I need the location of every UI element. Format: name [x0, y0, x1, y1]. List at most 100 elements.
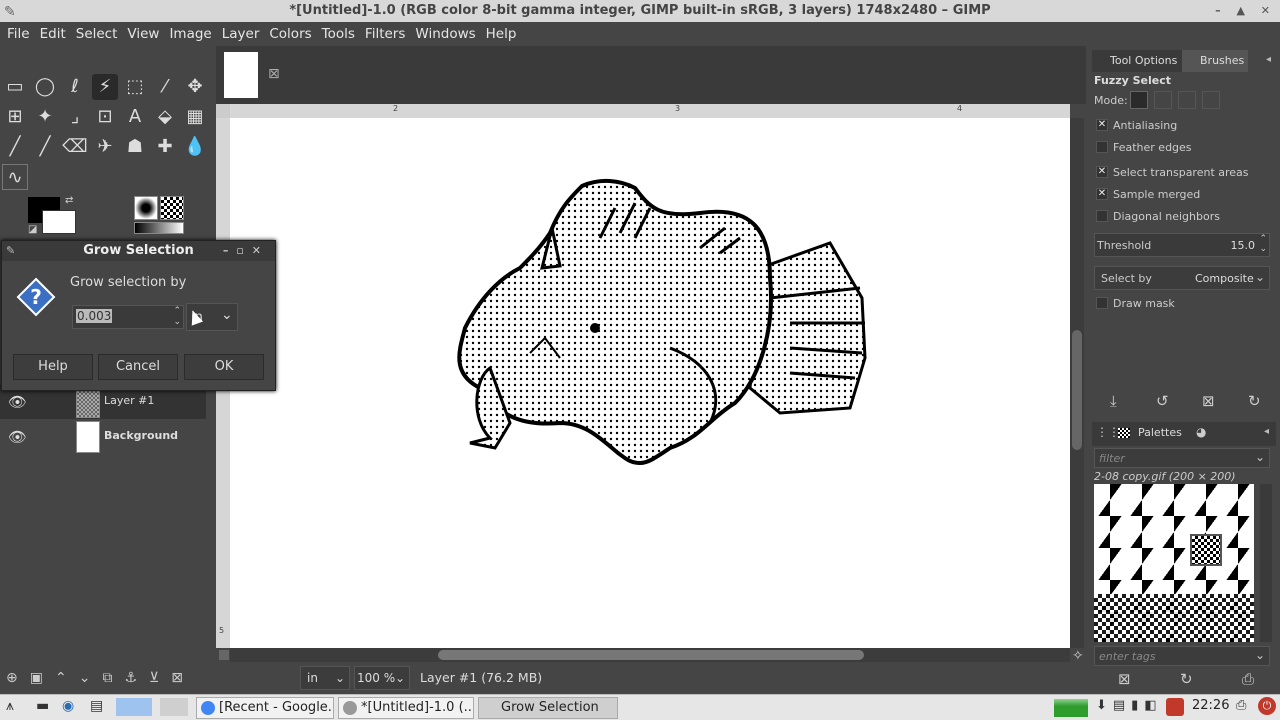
ellipse-select-icon[interactable]: ◯: [32, 74, 58, 100]
show-desktop-icon[interactable]: ▬: [36, 698, 49, 714]
delete-options-icon[interactable]: ⊠: [1202, 392, 1215, 410]
lock-icon[interactable]: ⎙: [1236, 698, 1246, 713]
anchor-icon[interactable]: ⚓: [124, 670, 149, 686]
unit-select[interactable]: in ⌄: [300, 666, 350, 690]
background-color-swatch[interactable]: [42, 210, 76, 234]
clone-icon[interactable]: ☗: [122, 134, 148, 160]
task-browser[interactable]: [Recent - Google...: [196, 697, 334, 719]
layer-name[interactable]: Background: [104, 429, 178, 442]
swap-colors-icon[interactable]: ⇄: [65, 195, 73, 206]
mode-replace-icon[interactable]: [1130, 91, 1148, 109]
record-icon[interactable]: [1166, 698, 1184, 716]
threshold-slider[interactable]: Threshold 15.0 ⌃ ⌄: [1094, 233, 1270, 257]
rect-select-icon[interactable]: ▭: [2, 74, 28, 100]
bucket-fill-icon[interactable]: ⬙: [152, 104, 178, 130]
menu-help[interactable]: Help: [481, 26, 522, 42]
diagonal-neighbors-checkbox[interactable]: [1096, 210, 1108, 222]
ok-button[interactable]: OK: [184, 354, 264, 380]
antialiasing-checkbox[interactable]: ✕: [1096, 119, 1108, 131]
duplicate-layer-icon[interactable]: ⧉: [102, 670, 124, 686]
dock-menu-icon[interactable]: ◂: [1264, 426, 1269, 437]
tags-input[interactable]: enter tags ⌄: [1094, 646, 1270, 666]
dock-menu-icon[interactable]: ◂: [1266, 54, 1271, 65]
select-transparent-checkbox[interactable]: ✕: [1096, 166, 1108, 178]
task-gimp[interactable]: *[Untitled]-1.0 (...: [338, 697, 474, 719]
crop-icon[interactable]: ⌟: [62, 104, 88, 130]
image-canvas[interactable]: [230, 118, 1070, 648]
default-colors-icon[interactable]: ◪: [28, 224, 37, 235]
patterns-tab-icon[interactable]: [1118, 428, 1130, 438]
palette-icon[interactable]: ◕: [1196, 425, 1206, 439]
horizontal-scroll-thumb[interactable]: [438, 650, 864, 660]
lower-layer-icon[interactable]: ⌄: [79, 670, 103, 686]
pattern-preview[interactable]: [160, 196, 184, 220]
patterns-grid[interactable]: [1094, 484, 1254, 642]
sample-merged-checkbox[interactable]: ✕: [1096, 188, 1108, 200]
menu-filters[interactable]: Filters: [360, 26, 410, 42]
tab-brushes[interactable]: Brushes: [1182, 50, 1248, 72]
menu-tools[interactable]: Tools: [317, 26, 360, 42]
open-as-image-icon[interactable]: ⎙: [1242, 670, 1254, 688]
menu-layer[interactable]: Layer: [217, 26, 265, 42]
browser-launcher-icon[interactable]: ◉: [62, 698, 74, 714]
quick-mask-corner[interactable]: [216, 104, 230, 118]
start-menu-icon[interactable]: ⩚: [6, 698, 14, 714]
align-icon[interactable]: ⊞: [2, 104, 28, 130]
eraser-icon[interactable]: ⌫: [62, 134, 88, 160]
new-layer-icon[interactable]: ⊕: [6, 670, 30, 686]
gradient-preview[interactable]: [134, 222, 184, 234]
visibility-eye-icon[interactable]: 👁: [8, 428, 27, 446]
menu-select[interactable]: Select: [71, 26, 123, 42]
grow-amount-input[interactable]: 0.003 ⌃ ⌄: [72, 305, 184, 329]
tab-palettes[interactable]: Palettes: [1138, 426, 1182, 439]
select-by-combo[interactable]: Select by Composite ⌄: [1094, 266, 1270, 290]
window-controls[interactable]: – ▲ ✕: [1215, 0, 1276, 22]
power-icon[interactable]: ⏻: [1258, 697, 1276, 715]
menu-file[interactable]: File: [2, 26, 35, 42]
horizontal-ruler[interactable]: 2 3 4: [230, 104, 1070, 118]
color-select-icon[interactable]: ⬚: [122, 74, 148, 100]
spin-icon[interactable]: ⌃ ⌄: [1259, 234, 1267, 254]
close-tab-icon[interactable]: ⊠: [268, 66, 280, 82]
restore-options-icon[interactable]: ↺: [1156, 392, 1169, 410]
layer-row[interactable]: 👁 Background: [0, 420, 206, 454]
tab-tool-options[interactable]: Tool Options: [1092, 50, 1182, 72]
mode-subtract-icon[interactable]: [1178, 91, 1196, 109]
workspace-switcher[interactable]: [116, 698, 152, 716]
visibility-eye-icon[interactable]: 👁: [8, 393, 27, 411]
move-icon[interactable]: ✥: [182, 74, 208, 100]
menu-view[interactable]: View: [122, 26, 164, 42]
delete-pattern-icon[interactable]: ⊠: [1118, 670, 1131, 688]
menu-windows[interactable]: Windows: [410, 26, 480, 42]
workspace-switcher-2[interactable]: [160, 698, 188, 716]
image-tab-thumbnail[interactable]: [224, 52, 258, 98]
dialog-menu-icon[interactable]: ✎: [6, 241, 15, 261]
lasso-icon[interactable]: ℓ: [62, 74, 88, 100]
menu-image[interactable]: Image: [164, 26, 216, 42]
menu-colors[interactable]: Colors: [264, 26, 316, 42]
new-group-icon[interactable]: ▣: [30, 670, 55, 686]
heal-icon[interactable]: ✚: [152, 134, 178, 160]
airbrush-icon[interactable]: ✈: [92, 134, 118, 160]
dialog-window-controls[interactable]: –▫✕: [223, 241, 269, 261]
layer-name[interactable]: Layer #1: [104, 394, 154, 407]
text-icon[interactable]: A: [122, 104, 148, 130]
paths-icon[interactable]: ∿: [2, 164, 28, 190]
draw-mask-checkbox[interactable]: [1096, 297, 1108, 309]
zoom-select[interactable]: 100 % ⌄: [354, 666, 410, 690]
fuzzy-select-icon[interactable]: ⚡: [92, 74, 118, 100]
patterns-scrollbar[interactable]: [1260, 484, 1272, 642]
color-picker-icon[interactable]: ⁄: [152, 74, 178, 100]
refresh-patterns-icon[interactable]: ↻: [1180, 670, 1193, 688]
raise-layer-icon[interactable]: ⌃: [55, 670, 79, 686]
merge-layer-icon[interactable]: ⊻: [149, 670, 171, 686]
tray-icons[interactable]: ⬇▤▮◧: [1096, 698, 1163, 713]
save-options-icon[interactable]: ⤓: [1110, 392, 1117, 410]
task-grow-selection[interactable]: Grow Selection: [478, 697, 618, 719]
filter-input[interactable]: filter ⌄: [1094, 448, 1270, 468]
help-button[interactable]: Help: [13, 354, 93, 380]
paintbrush-icon[interactable]: ╱: [32, 134, 58, 160]
reset-options-icon[interactable]: ↻: [1248, 392, 1261, 410]
delete-layer-icon[interactable]: ⊠: [171, 670, 195, 686]
spin-icon[interactable]: ⌃ ⌄: [173, 306, 181, 328]
